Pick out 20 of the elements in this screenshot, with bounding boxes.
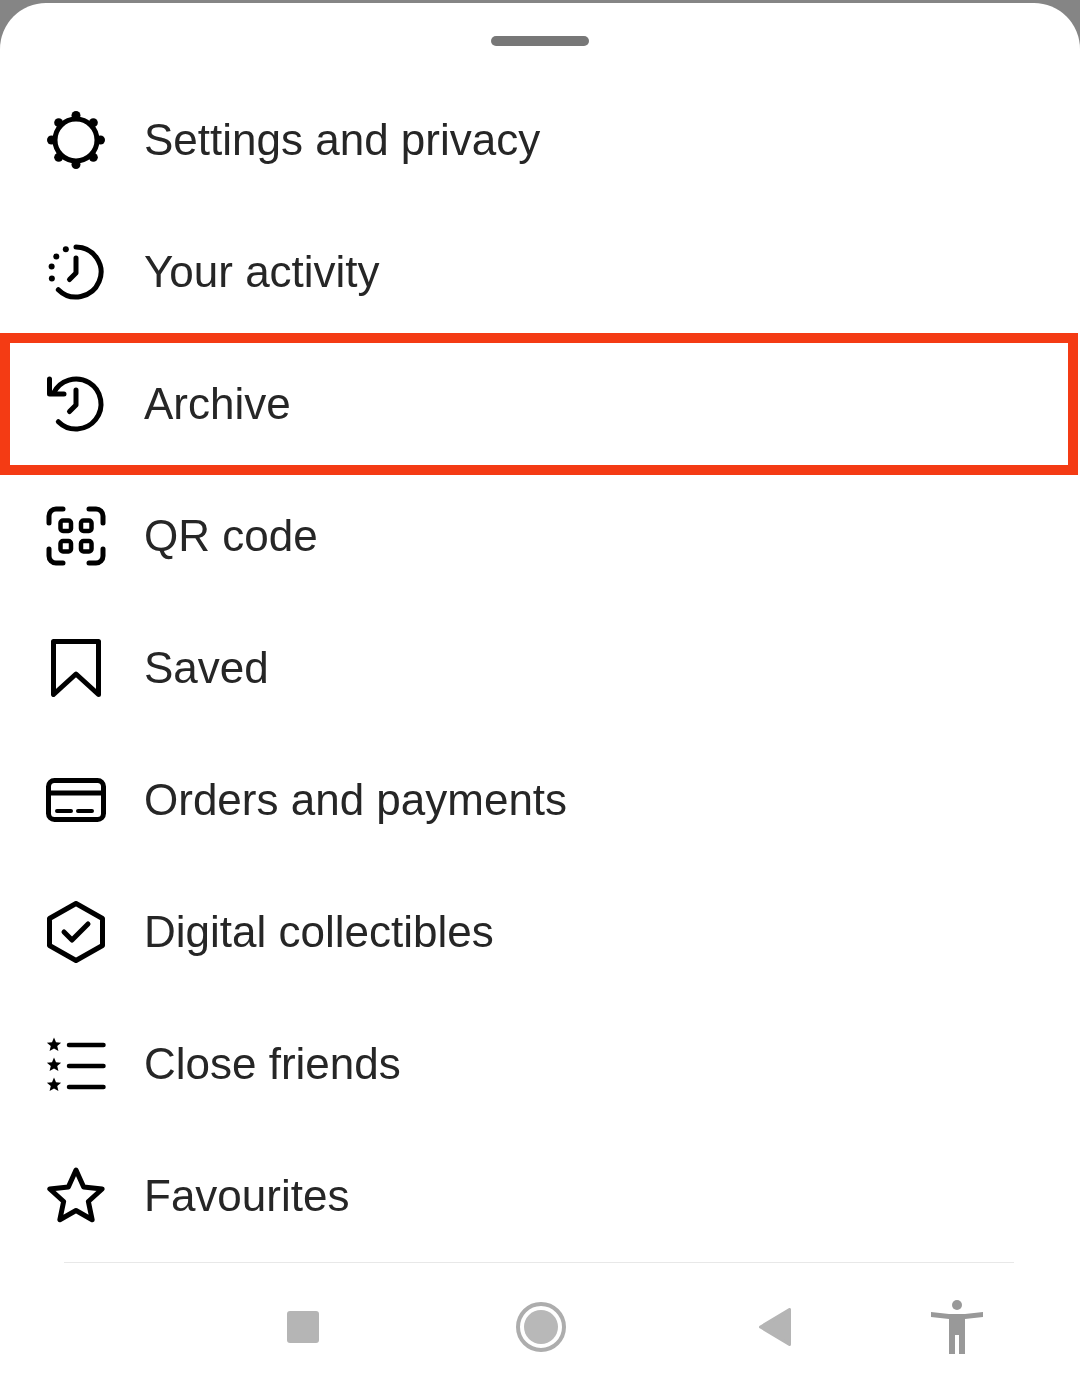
accessibility-icon[interactable] [931,1299,983,1354]
hexagon-check-icon [47,901,105,963]
menu-item[interactable]: Digital collectibles [0,866,1080,998]
drag-handle[interactable] [491,36,589,46]
menu-item[interactable]: Orders and payments [0,734,1080,866]
bookmark-icon [51,639,101,697]
triangle-icon[interactable] [759,1307,791,1346]
star-icon [46,1167,106,1225]
menu-item[interactable]: Archive [0,333,1078,475]
settings-icon [46,110,106,170]
clock-arrow-icon [46,374,106,434]
card-icon [46,778,106,822]
menu-item[interactable]: Settings and privacy [0,74,1080,206]
menu-item[interactable]: Close friends [0,998,1080,1130]
qr-code-icon [46,506,106,566]
dotted-clock-icon [46,242,106,302]
ring-icon[interactable] [516,1301,566,1352]
square-icon[interactable] [287,1310,319,1343]
menu-item[interactable]: Saved [0,602,1080,734]
menu-item[interactable]: Favourites [0,1130,1080,1262]
